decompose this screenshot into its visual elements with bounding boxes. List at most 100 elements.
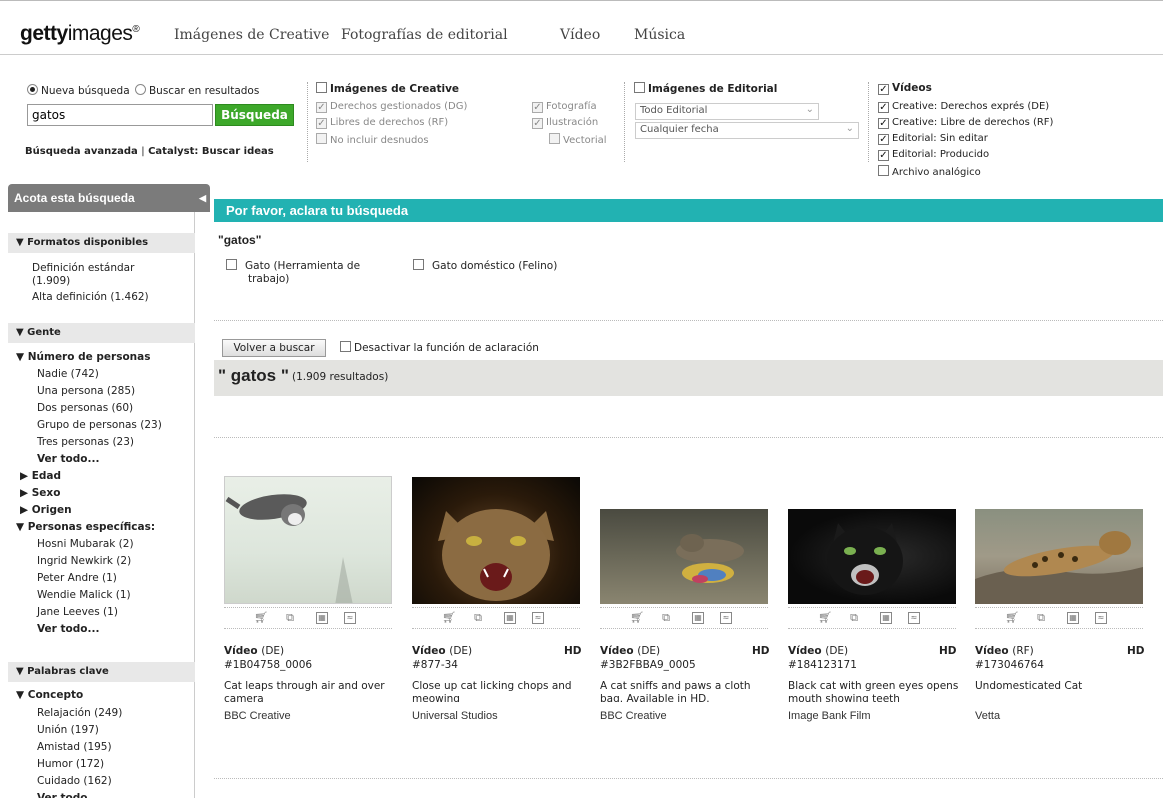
card-source: Image Bank Film bbox=[788, 710, 871, 722]
illustration-type-option[interactable]: ✓ Ilustración bbox=[532, 117, 598, 129]
search-again-button[interactable]: Volver a buscar bbox=[222, 339, 326, 357]
concept-filter[interactable]: Amistad (195) bbox=[37, 741, 112, 753]
clarify-option-tool[interactable]: Gato (Herramienta de bbox=[226, 259, 360, 272]
card-id[interactable]: #3B2FBBA9_0005 bbox=[600, 659, 696, 671]
add-to-cart-icon[interactable]: 🛒︎ bbox=[630, 612, 644, 624]
refine-search-header[interactable]: Acota esta búsqueda ◀ bbox=[8, 184, 210, 212]
advanced-search-link[interactable]: Búsqueda avanzada bbox=[25, 146, 138, 157]
date-range-select[interactable]: Cualquier fecha ⌄ bbox=[635, 122, 859, 139]
video-thumbnail[interactable] bbox=[788, 509, 956, 604]
see-all-link[interactable]: Ver todo... bbox=[37, 623, 99, 635]
vector-type-option[interactable]: Vectorial bbox=[549, 133, 607, 146]
people-section-header[interactable]: ▼ Gente bbox=[8, 323, 195, 343]
num-people-header[interactable]: ▼ Número de personas bbox=[16, 351, 151, 363]
video-creative-de-option[interactable]: ✓ Creative: Derechos exprés (DE) bbox=[878, 101, 1049, 113]
lightbox-icon[interactable]: ⧉ bbox=[660, 612, 672, 624]
photo-type-option[interactable]: ✓ Fotografía bbox=[532, 101, 597, 113]
people-filter-none[interactable]: Nadie (742) bbox=[37, 368, 99, 380]
nav-creative-images[interactable]: Imágenes de Creative bbox=[174, 27, 329, 43]
people-filter-two[interactable]: Dos personas (60) bbox=[37, 402, 133, 414]
calculator-icon[interactable]: ▦ bbox=[692, 612, 704, 624]
nav-video[interactable]: Vídeo bbox=[560, 27, 600, 43]
calculator-icon[interactable]: ▦ bbox=[1067, 612, 1079, 624]
calculator-icon[interactable]: ▦ bbox=[880, 612, 892, 624]
calculator-icon[interactable]: ▦ bbox=[316, 612, 328, 624]
person-filter[interactable]: Wendie Malick (1) bbox=[37, 589, 131, 601]
editorial-checkbox[interactable] bbox=[634, 82, 645, 93]
add-to-cart-icon[interactable]: 🛒︎ bbox=[442, 612, 456, 624]
keywords-section-header[interactable]: ▼ Palabras clave bbox=[8, 662, 195, 682]
concept-filter[interactable]: Cuidado (162) bbox=[37, 775, 112, 787]
calculator-icon[interactable]: ▦ bbox=[504, 612, 516, 624]
lightbox-icon[interactable]: ⧉ bbox=[284, 612, 296, 624]
editorial-type-select[interactable]: Todo Editorial ⌄ bbox=[635, 103, 819, 120]
see-all-link[interactable]: Ver todo... bbox=[37, 453, 99, 465]
divider bbox=[624, 82, 625, 162]
people-filter-group[interactable]: Grupo de personas (23) bbox=[37, 419, 162, 431]
video-thumbnail[interactable] bbox=[412, 477, 580, 604]
videos-filter[interactable]: ✓ Vídeos bbox=[878, 82, 932, 95]
similar-icon[interactable]: ≈ bbox=[532, 612, 544, 624]
format-hd[interactable]: Alta definición (1.462) bbox=[32, 291, 149, 303]
radio-search-within[interactable] bbox=[134, 84, 146, 95]
person-filter[interactable]: Hosni Mubarak (2) bbox=[37, 538, 134, 550]
results-header: " gatos " (1.909 resultados) bbox=[214, 360, 1163, 396]
lightbox-icon[interactable]: ⧉ bbox=[472, 612, 484, 624]
catalyst-link[interactable]: Catalyst: Buscar ideas bbox=[148, 146, 274, 157]
clarify-option-domestic[interactable]: Gato doméstico (Felino) bbox=[413, 259, 557, 272]
add-to-cart-icon[interactable]: 🛒︎ bbox=[1005, 612, 1019, 624]
similar-icon[interactable]: ≈ bbox=[1095, 612, 1107, 624]
age-filter[interactable]: ▶ Edad bbox=[20, 470, 61, 482]
people-filter-one[interactable]: Una persona (285) bbox=[37, 385, 135, 397]
gettyimages-logo[interactable]: gettyimages® bbox=[20, 22, 140, 46]
creative-checkbox[interactable] bbox=[316, 82, 327, 93]
people-filter-three[interactable]: Tres personas (23) bbox=[37, 436, 134, 448]
video-editorial-raw-option[interactable]: ✓ Editorial: Sin editar bbox=[878, 133, 988, 145]
nav-music[interactable]: Música bbox=[634, 27, 685, 43]
ethnicity-filter[interactable]: ▶ Origen bbox=[20, 504, 72, 516]
concept-filter[interactable]: Unión (197) bbox=[37, 724, 99, 736]
card-id[interactable]: #173046764 bbox=[975, 659, 1044, 671]
video-archive-option[interactable]: Archivo analógico bbox=[878, 165, 981, 178]
formats-section-header[interactable]: ▼ Formatos disponibles bbox=[8, 233, 195, 253]
see-all-link[interactable]: Ver todo... bbox=[37, 792, 99, 798]
search-button[interactable]: Búsqueda bbox=[215, 104, 294, 126]
disable-clarify-option[interactable]: Desactivar la función de aclaración bbox=[340, 341, 539, 354]
card-id[interactable]: #1B04758_0006 bbox=[224, 659, 312, 671]
videos-checkbox[interactable]: ✓ bbox=[878, 84, 889, 95]
person-filter[interactable]: Jane Leeves (1) bbox=[37, 606, 118, 618]
nav-editorial-photos[interactable]: Fotografías de editorial bbox=[341, 27, 508, 43]
gender-filter[interactable]: ▶ Sexo bbox=[20, 487, 60, 499]
person-filter[interactable]: Peter Andre (1) bbox=[37, 572, 117, 584]
divider bbox=[214, 437, 1163, 438]
lightbox-icon[interactable]: ⧉ bbox=[1035, 612, 1047, 624]
collapse-left-icon[interactable]: ◀ bbox=[199, 184, 206, 212]
video-editorial-produced-option[interactable]: ✓ Editorial: Producido bbox=[878, 149, 989, 161]
no-nudity-option[interactable]: No incluir desnudos bbox=[316, 133, 429, 146]
video-thumbnail[interactable] bbox=[975, 509, 1143, 604]
video-thumbnail[interactable] bbox=[224, 476, 392, 604]
add-to-cart-icon[interactable]: 🛒︎ bbox=[254, 612, 268, 624]
radio-new-search[interactable] bbox=[27, 84, 38, 95]
search-input[interactable] bbox=[27, 104, 213, 126]
creative-rm-option[interactable]: ✓ Derechos gestionados (DG) bbox=[316, 101, 467, 113]
creative-filter[interactable]: Imágenes de Creative bbox=[316, 82, 459, 95]
add-to-cart-icon[interactable]: 🛒︎ bbox=[818, 612, 832, 624]
lightbox-icon[interactable]: ⧉ bbox=[848, 612, 860, 624]
video-creative-rf-option[interactable]: ✓ Creative: Libre de derechos (RF) bbox=[878, 117, 1053, 129]
card-id[interactable]: #184123171 bbox=[788, 659, 857, 671]
concept-filter[interactable]: Humor (172) bbox=[37, 758, 104, 770]
editorial-filter[interactable]: Imágenes de Editorial bbox=[634, 82, 777, 95]
specific-people-header[interactable]: ▼ Personas específicas: bbox=[16, 521, 155, 533]
similar-icon[interactable]: ≈ bbox=[908, 612, 920, 624]
similar-icon[interactable]: ≈ bbox=[344, 612, 356, 624]
format-sd[interactable]: Definición estándar bbox=[32, 262, 134, 274]
similar-icon[interactable]: ≈ bbox=[720, 612, 732, 624]
person-filter[interactable]: Ingrid Newkirk (2) bbox=[37, 555, 131, 567]
concept-filter[interactable]: Relajación (249) bbox=[37, 707, 122, 719]
card-id[interactable]: #877-34 bbox=[412, 659, 458, 671]
concept-header[interactable]: ▼ Concepto bbox=[16, 689, 83, 701]
video-thumbnail[interactable] bbox=[600, 509, 768, 604]
creative-rf-option[interactable]: ✓ Libres de derechos (RF) bbox=[316, 117, 448, 129]
format-sd-count[interactable]: (1.909) bbox=[32, 275, 70, 287]
